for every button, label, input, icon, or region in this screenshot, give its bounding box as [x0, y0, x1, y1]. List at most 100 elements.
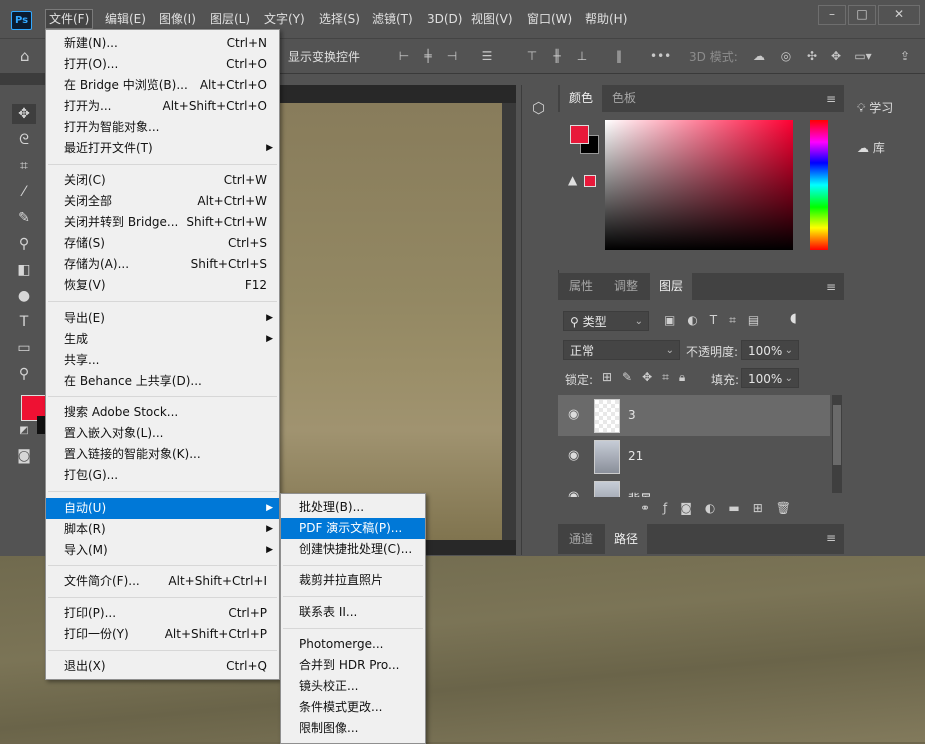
blend-mode-select[interactable]: 正常 ⌄ [563, 340, 680, 360]
panel-menu-icon[interactable]: ≡ [826, 280, 836, 294]
distribute-icon[interactable]: ☰ [480, 49, 494, 63]
menu-image[interactable]: 图像(I) [156, 10, 199, 28]
menu-item-new[interactable]: 新建(N)... Ctrl+N [46, 33, 279, 54]
lasso-tool-icon[interactable]: ᘓ [12, 130, 36, 150]
layer-name[interactable]: 背景 [628, 490, 652, 497]
slide-3d-icon[interactable]: ✥ [829, 49, 843, 63]
menu-item-lens-correction[interactable]: 镜头校正... [281, 676, 425, 697]
lock-icons[interactable]: ⊞✎✥⌗🔒︎ [602, 370, 695, 385]
menu-item-place-embedded[interactable]: 置入嵌入对象(L)... [46, 423, 279, 444]
align-center-icon[interactable]: ╪ [421, 49, 435, 63]
layer-actions-icons[interactable]: ⚭ƒ◙◐▬⊞🗑︎ [640, 501, 804, 515]
show-transform-controls-label[interactable]: 显示变换控件 [288, 48, 360, 65]
swap-colors-icon[interactable]: ◩ [12, 421, 36, 441]
gamut-color-chip[interactable] [584, 175, 596, 187]
layer-filter-select[interactable]: ⚲ 类型 ⌄ [563, 311, 649, 331]
menu-item-import[interactable]: 导入(M) ▶ [46, 540, 279, 561]
align-right-icon[interactable]: ⊣ [445, 49, 459, 63]
menu-item-photomerge[interactable]: Photomerge... [281, 634, 425, 655]
menu-item-merge-hdr[interactable]: 合并到 HDR Pro... [281, 655, 425, 676]
menu-item-print-one[interactable]: 打印一份(Y) Alt+Shift+Ctrl+P [46, 624, 279, 645]
distribute-vertical-icon[interactable]: ‖ [612, 49, 626, 63]
menu-item-export[interactable]: 导出(E) ▶ [46, 308, 279, 329]
tab-properties[interactable]: 属性 [560, 273, 602, 300]
close-button[interactable]: ✕ [878, 5, 920, 25]
tab-paths[interactable]: 路径 [605, 524, 648, 554]
menu-window[interactable]: 窗口(W) [524, 10, 575, 28]
maximize-button[interactable]: □ [848, 5, 876, 25]
eye-icon[interactable]: ◉ [568, 408, 582, 422]
document-canvas[interactable] [270, 103, 502, 540]
layers-scrollbar[interactable] [832, 395, 842, 493]
menu-item-close-all[interactable]: 关闭全部 Alt+Ctrl+W [46, 191, 279, 212]
layer-row[interactable]: ◉ 21 [558, 436, 830, 477]
menu-item-open-smart-object[interactable]: 打开为智能对象... [46, 117, 279, 138]
layer-row[interactable]: ◉ 3 [558, 395, 830, 436]
menu-item-search-stock[interactable]: 搜索 Adobe Stock... [46, 402, 279, 423]
menu-item-close[interactable]: 关闭(C) Ctrl+W [46, 170, 279, 191]
menu-item-recent[interactable]: 最近打开文件(T) ▶ [46, 138, 279, 159]
layer-row[interactable]: ◉ 背景 [558, 477, 830, 497]
orbit-3d-icon[interactable]: ☁ [752, 49, 766, 63]
menu-item-file-info[interactable]: 文件简介(F)... Alt+Shift+Ctrl+I [46, 571, 279, 592]
brush-tool-icon[interactable]: ✎ [12, 208, 36, 228]
scrollbar-thumb[interactable] [833, 405, 841, 465]
stamp-tool-icon[interactable]: ⚲ [12, 234, 36, 254]
menu-item-scripts[interactable]: 脚本(R) ▶ [46, 519, 279, 540]
opacity-input[interactable]: 100% ⌄ [741, 340, 799, 360]
menu-item-exit[interactable]: 退出(X) Ctrl+Q [46, 656, 279, 677]
fill-input[interactable]: 100% ⌄ [741, 368, 799, 388]
layer-name[interactable]: 3 [628, 408, 636, 422]
menu-item-print[interactable]: 打印(P)... Ctrl+P [46, 603, 279, 624]
menu-item-place-linked[interactable]: 置入链接的智能对象(K)... [46, 444, 279, 465]
menu-item-revert[interactable]: 恢复(V) F12 [46, 275, 279, 296]
minimize-button[interactable]: – [818, 5, 846, 25]
menu-item-save[interactable]: 存储(S) Ctrl+S [46, 233, 279, 254]
eyedropper-tool-icon[interactable]: ⁄ [12, 182, 36, 202]
tab-channels[interactable]: 通道 [560, 524, 602, 554]
align-bottom-icon[interactable]: ⊥ [575, 49, 589, 63]
saturation-brightness-field[interactable] [605, 120, 793, 250]
panel-menu-icon[interactable]: ≡ [826, 531, 836, 545]
libraries-item[interactable]: ☁ 库 [857, 137, 885, 159]
pan-3d-icon[interactable]: ✣ [805, 49, 819, 63]
tab-swatches[interactable]: 色板 [603, 85, 645, 112]
menu-edit[interactable]: 编辑(E) [102, 10, 149, 28]
menu-item-contact-sheet[interactable]: 联系表 II... [281, 602, 425, 623]
crop-tool-icon[interactable]: ⌗ [12, 156, 36, 176]
menu-item-batch[interactable]: 批处理(B)... [281, 497, 425, 518]
menu-item-crop-straighten[interactable]: 裁剪并拉直照片 [281, 570, 425, 591]
gamut-warning-icon[interactable]: ▲ [568, 173, 577, 187]
align-top-icon[interactable]: ⊤ [525, 49, 539, 63]
photoshop-logo-icon[interactable]: Ps [11, 11, 32, 30]
menu-item-open-as[interactable]: 打开为... Alt+Shift+Ctrl+O [46, 96, 279, 117]
menu-item-pdf-presentation[interactable]: PDF 演示文稿(P)... [281, 518, 425, 539]
home-icon[interactable]: ⌂ [20, 47, 38, 65]
eye-icon[interactable]: ◉ [568, 449, 582, 463]
menu-item-generate[interactable]: 生成 ▶ [46, 329, 279, 350]
menu-3d[interactable]: 3D(D) [424, 10, 465, 28]
dodge-tool-icon[interactable]: ● [12, 286, 36, 306]
menu-item-automate[interactable]: 自动(U) ▶ [46, 498, 279, 519]
menu-select[interactable]: 选择(S) [316, 10, 363, 28]
menu-item-browse-bridge[interactable]: 在 Bridge 中浏览(B)... Alt+Ctrl+O [46, 75, 279, 96]
tab-color[interactable]: 颜色 [560, 85, 603, 112]
background-color-swatch[interactable] [37, 416, 45, 434]
rectangle-tool-icon[interactable]: ▭ [12, 338, 36, 358]
align-middle-icon[interactable]: ╫ [550, 49, 564, 63]
gradient-tool-icon[interactable]: ◧ [12, 260, 36, 280]
quick-mask-icon[interactable]: ◙ [12, 446, 36, 466]
menu-filter[interactable]: 滤镜(T) [369, 10, 416, 28]
menu-item-share[interactable]: 共享... [46, 350, 279, 371]
align-left-icon[interactable]: ⊢ [397, 49, 411, 63]
menu-item-open[interactable]: 打开(O)... Ctrl+O [46, 54, 279, 75]
menu-item-create-droplet[interactable]: 创建快捷批处理(C)... [281, 539, 425, 560]
menu-view[interactable]: 视图(V) [468, 10, 516, 28]
foreground-color-chip[interactable] [570, 125, 589, 144]
menu-item-share-behance[interactable]: 在 Behance 上共享(D)... [46, 371, 279, 392]
menu-item-close-to-bridge[interactable]: 关闭并转到 Bridge... Shift+Ctrl+W [46, 212, 279, 233]
layer-name[interactable]: 21 [628, 449, 643, 463]
menu-help[interactable]: 帮助(H) [582, 10, 630, 28]
filter-toggle-icon[interactable]: ◖ [790, 311, 797, 326]
menu-item-conditional-mode[interactable]: 条件模式更改... [281, 697, 425, 718]
